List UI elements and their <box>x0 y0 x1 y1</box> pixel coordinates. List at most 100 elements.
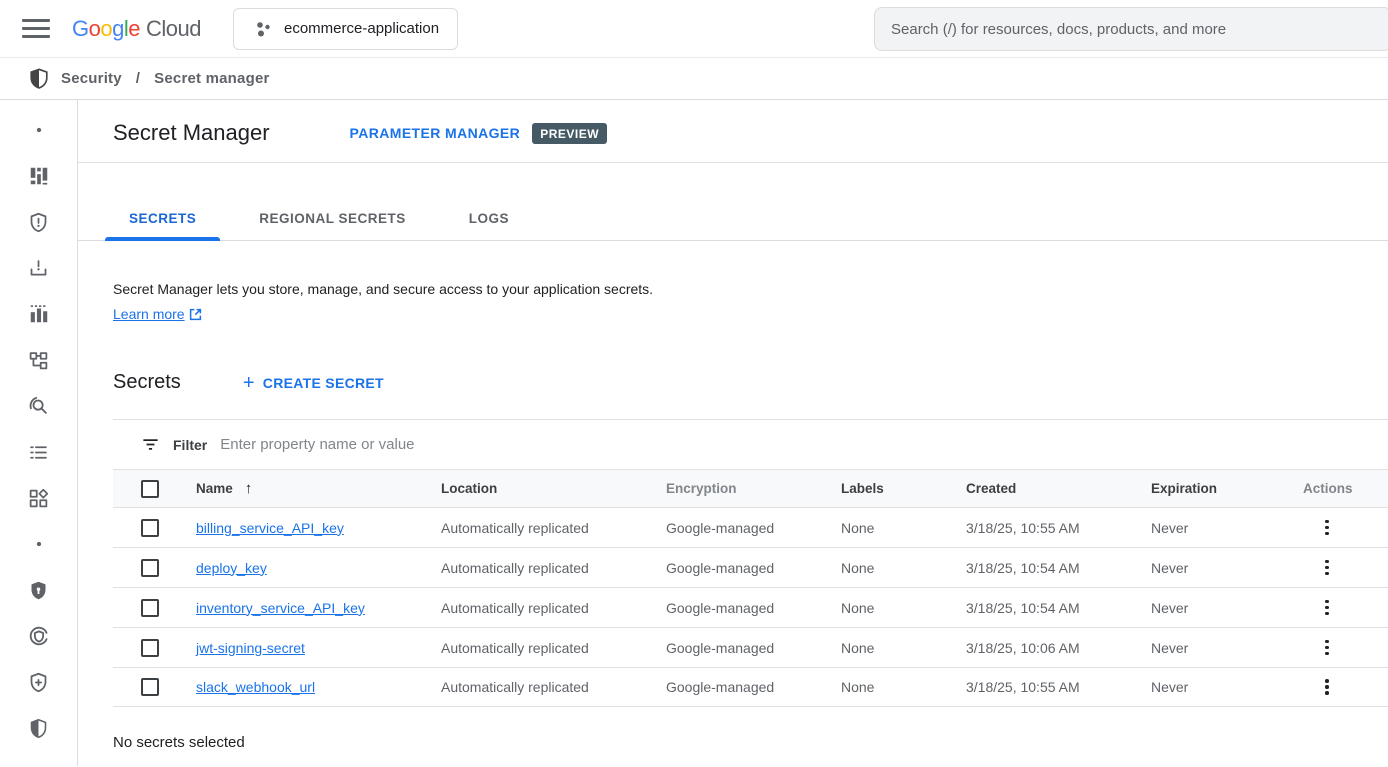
shield-plus-icon[interactable] <box>16 666 62 698</box>
secret-location: Automatically replicated <box>441 679 666 695</box>
risk-overview-icon[interactable] <box>16 160 62 192</box>
secrets-table: Filter Name↑ Location Encryption Labels … <box>113 419 1388 707</box>
top-bar: Google Cloud ecommerce-application <box>0 0 1388 58</box>
findings-list-icon[interactable] <box>16 436 62 468</box>
create-secret-label: CREATE SECRET <box>263 375 384 391</box>
column-header-created[interactable]: Created <box>966 481 1151 496</box>
google-logo-letters: Google <box>72 16 140 42</box>
column-header-labels[interactable]: Labels <box>841 481 966 496</box>
table-row: billing_service_API_key Automatically re… <box>113 507 1388 547</box>
secret-labels: None <box>841 560 966 576</box>
shield-lock-icon[interactable] <box>16 574 62 606</box>
secret-encryption: Google-managed <box>666 679 841 695</box>
secret-labels: None <box>841 520 966 536</box>
secret-location: Automatically replicated <box>441 560 666 576</box>
row-checkbox[interactable] <box>141 639 159 657</box>
column-header-expiration[interactable]: Expiration <box>1151 481 1299 496</box>
column-header-encryption[interactable]: Encryption <box>666 481 841 496</box>
main-content: Secret Manager PARAMETER MANAGER PREVIEW… <box>78 100 1388 766</box>
tab-secrets[interactable]: SECRETS <box>105 211 220 240</box>
column-header-location[interactable]: Location <box>441 481 666 496</box>
row-actions-button[interactable] <box>1313 594 1341 622</box>
selection-status: No secrets selected <box>113 734 1388 751</box>
project-name: ecommerce-application <box>284 20 439 37</box>
table-row: deploy_key Automatically replicated Goog… <box>113 547 1388 587</box>
secret-expiration: Never <box>1151 520 1299 536</box>
table-body: billing_service_API_key Automatically re… <box>113 507 1388 707</box>
column-header-actions: Actions <box>1299 481 1388 496</box>
secret-expiration: Never <box>1151 640 1299 656</box>
secret-name-link[interactable]: inventory_service_API_key <box>196 600 365 616</box>
nav-dot-icon[interactable] <box>16 528 62 560</box>
vulnerabilities-tray-icon[interactable] <box>16 252 62 284</box>
parameter-manager-link[interactable]: PARAMETER MANAGER <box>350 125 521 141</box>
secret-location: Automatically replicated <box>441 640 666 656</box>
assets-hierarchy-icon[interactable] <box>16 344 62 376</box>
plus-icon: + <box>243 373 255 393</box>
tab-bar: SECRETS REGIONAL SECRETS LOGS <box>78 163 1388 241</box>
learn-more-label: Learn more <box>113 306 185 322</box>
secret-expiration: Never <box>1151 560 1299 576</box>
tab-regional-secrets[interactable]: REGIONAL SECRETS <box>235 211 430 240</box>
row-checkbox[interactable] <box>141 678 159 696</box>
column-header-name[interactable]: Name↑ <box>196 480 441 497</box>
secret-location: Automatically replicated <box>441 520 666 536</box>
filter-bar[interactable]: Filter <box>113 420 1388 469</box>
row-checkbox[interactable] <box>141 559 159 577</box>
filter-icon <box>141 435 160 454</box>
breadcrumb: Security / Secret manager <box>0 58 1388 100</box>
table-row: slack_webhook_url Automatically replicat… <box>113 667 1388 707</box>
threats-shield-icon[interactable] <box>16 206 62 238</box>
breadcrumb-page: Secret manager <box>154 70 269 87</box>
secrets-content: Secret Manager lets you store, manage, a… <box>78 281 1388 751</box>
create-secret-button[interactable]: + CREATE SECRET <box>243 373 384 393</box>
row-checkbox[interactable] <box>141 519 159 537</box>
secret-labels: None <box>841 600 966 616</box>
secret-name-link[interactable]: deploy_key <box>196 560 267 576</box>
description-text: Secret Manager lets you store, manage, a… <box>113 281 1388 297</box>
row-actions-button[interactable] <box>1313 554 1341 582</box>
row-checkbox[interactable] <box>141 599 159 617</box>
select-all-checkbox[interactable] <box>141 480 159 498</box>
row-actions-button[interactable] <box>1313 634 1341 662</box>
learn-more-link[interactable]: Learn more <box>113 306 202 322</box>
secret-labels: None <box>841 640 966 656</box>
nav-dot-icon[interactable] <box>16 114 62 146</box>
breadcrumb-section[interactable]: Security <box>61 70 122 87</box>
google-cloud-logo: Google Cloud <box>72 16 201 42</box>
secret-created: 3/18/25, 10:06 AM <box>966 640 1151 656</box>
secret-encryption: Google-managed <box>666 520 841 536</box>
secret-created: 3/18/25, 10:55 AM <box>966 520 1151 536</box>
secret-expiration: Never <box>1151 679 1299 695</box>
secret-created: 3/18/25, 10:54 AM <box>966 560 1151 576</box>
hamburger-menu-icon[interactable] <box>14 7 58 51</box>
sources-apps-icon[interactable] <box>16 482 62 514</box>
scanner-icon[interactable] <box>16 390 62 422</box>
global-search[interactable] <box>874 7 1388 51</box>
row-actions-button[interactable] <box>1313 514 1341 542</box>
table-row: inventory_service_API_key Automatically … <box>113 587 1388 627</box>
filter-input[interactable] <box>220 436 1388 453</box>
page-title: Secret Manager <box>113 120 270 146</box>
project-icon <box>252 18 274 40</box>
secrets-section-header: Secrets + CREATE SECRET <box>113 371 1388 394</box>
secret-name-link[interactable]: jwt-signing-secret <box>196 640 305 656</box>
sort-asc-icon: ↑ <box>245 480 253 497</box>
secret-labels: None <box>841 679 966 695</box>
tab-logs[interactable]: LOGS <box>445 211 533 240</box>
secret-created: 3/18/25, 10:54 AM <box>966 600 1151 616</box>
secret-encryption: Google-managed <box>666 640 841 656</box>
security-shield-icon[interactable] <box>16 712 62 744</box>
compliance-icon[interactable] <box>16 620 62 652</box>
page-header: Secret Manager PARAMETER MANAGER PREVIEW <box>78 100 1388 163</box>
secret-name-link[interactable]: billing_service_API_key <box>196 520 344 536</box>
preview-badge: PREVIEW <box>532 123 607 144</box>
row-actions-button[interactable] <box>1313 673 1341 701</box>
secret-name-link[interactable]: slack_webhook_url <box>196 679 315 695</box>
global-search-input[interactable] <box>891 21 1375 38</box>
project-selector[interactable]: ecommerce-application <box>233 8 458 50</box>
table-header-row: Name↑ Location Encryption Labels Created… <box>113 469 1388 507</box>
posture-chart-icon[interactable] <box>16 298 62 330</box>
security-nav-sidebar <box>0 100 78 766</box>
secret-expiration: Never <box>1151 600 1299 616</box>
